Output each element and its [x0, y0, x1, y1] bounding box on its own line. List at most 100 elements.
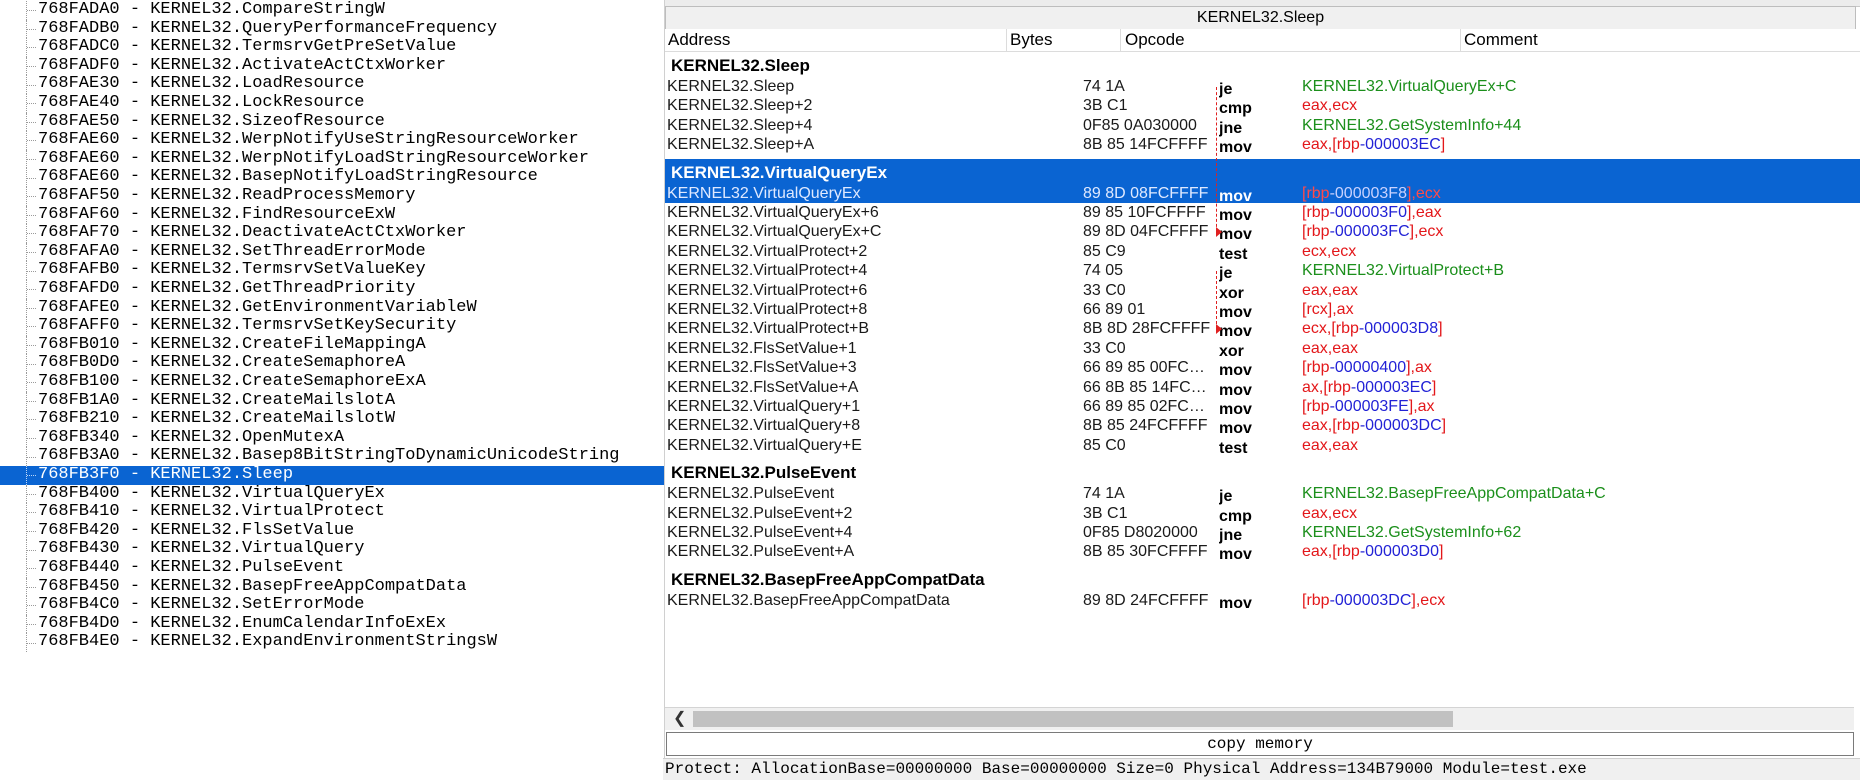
- tree-item[interactable]: 768FADA0 - KERNEL32.CompareStringW: [0, 0, 664, 20]
- instruction-row[interactable]: KERNEL32.VirtualQueryEx 89 8D 08FCFFFF mov…: [665, 183, 1860, 205]
- instruction-row[interactable]: KERNEL32.PulseEvent+2 3B C1 cmp eax,ecx: [665, 504, 1860, 525]
- tree-item[interactable]: 768FADF0 - KERNEL32.ActivateActCtxWorker: [0, 56, 664, 76]
- copy-memory-button[interactable]: copy memory: [666, 732, 1854, 756]
- tree-item[interactable]: 768FAFE0 - KERNEL32.GetEnvironmentVariab…: [0, 298, 664, 318]
- tree-item[interactable]: 768FAF50 - KERNEL32.ReadProcessMemory: [0, 186, 664, 206]
- tree-item[interactable]: 768FAE40 - KERNEL32.LockResource: [0, 93, 664, 113]
- tree-item[interactable]: 768FAFB0 - KERNEL32.TermsrvSetValueKey: [0, 261, 664, 280]
- tree-branch-line: [27, 624, 36, 626]
- jump-indicator-line: [1216, 271, 1217, 330]
- instruction-row[interactable]: KERNEL32.Sleep+2 3B C1 cmp eax,ecx: [665, 96, 1860, 117]
- operand-part: KERNEL32.VirtualQueryEx+C: [1302, 78, 1517, 95]
- tree-item-label: 768FAFF0 - KERNEL32.TermsrvSetKeySecurit…: [38, 316, 457, 336]
- instruction-row[interactable]: KERNEL32.VirtualProtect+6 33 C0 xor eax,eax: [665, 281, 1860, 302]
- tree-item[interactable]: 768FAE30 - KERNEL32.LoadResource: [0, 75, 664, 94]
- column-header-address[interactable]: Address: [665, 29, 1007, 51]
- tree-item[interactable]: 768FB1A0 - KERNEL32.CreateMailslotA: [0, 391, 664, 411]
- instruction-row[interactable]: KERNEL32.FlsSetValue+3 66 89 85 00FC… mov[…: [665, 358, 1860, 379]
- tree-branch-line: [27, 307, 36, 309]
- tree-item[interactable]: 768FB420 - KERNEL32.FlsSetValue: [0, 521, 664, 541]
- tree-item[interactable]: 768FB100 - KERNEL32.CreateSemaphoreExA: [0, 372, 664, 392]
- tree-item[interactable]: 768FAFF0 - KERNEL32.TermsrvSetKeySecurit…: [0, 317, 664, 336]
- column-header-opcode[interactable]: Opcode: [1122, 29, 1461, 51]
- tree-item[interactable]: 768FB4C0 - KERNEL32.SetErrorMode: [0, 596, 664, 615]
- tree-item[interactable]: 768FB210 - KERNEL32.CreateMailslotW: [0, 410, 664, 429]
- instruction-row[interactable]: KERNEL32.VirtualQuery+8 8B 85 24FCFFFF mov…: [665, 416, 1860, 437]
- tree-item[interactable]: 768FB010 - KERNEL32.CreateFileMappingA: [0, 335, 664, 355]
- instruction-row[interactable]: KERNEL32.Sleep 74 1A je KERNEL32.VirtualQue…: [665, 77, 1860, 98]
- tree-item[interactable]: 768FADC0 - KERNEL32.TermsrvGetPreSetValu…: [0, 38, 664, 57]
- instruction-row[interactable]: KERNEL32.Sleep+4 0F85 0A030000 jne KERNEL32…: [665, 116, 1860, 137]
- instruction-row[interactable]: KERNEL32.FlsSetValue+A 66 8B 85 14FC… mov a…: [665, 378, 1860, 399]
- tree-item[interactable]: 768FB430 - KERNEL32.VirtualQuery: [0, 540, 664, 559]
- column-header-comment[interactable]: Comment: [1461, 29, 1854, 51]
- function-tree-list[interactable]: 768FADA0 - KERNEL32.CompareStringW 768FAD…: [0, 0, 664, 779]
- instruction-row[interactable]: KERNEL32.VirtualQuery+E 85 C0 test eax,eax: [665, 436, 1860, 457]
- tree-item[interactable]: 768FB0D0 - KERNEL32.CreateSemaphoreA: [0, 354, 664, 373]
- instruction-address: KERNEL32.Sleep: [667, 78, 795, 95]
- instruction-bytes: 33 C0: [1083, 339, 1126, 357]
- instruction-bytes: 66 89 85 02FC…: [1083, 398, 1205, 415]
- instruction-bytes: 85 C9: [1083, 242, 1126, 260]
- tree-item[interactable]: 768FADB0 - KERNEL32.QueryPerformanceFreq…: [0, 19, 664, 39]
- horizontal-scrollbar[interactable]: ❮: [665, 707, 1854, 730]
- operand-part: ecx,[: [1302, 320, 1336, 338]
- instruction-row[interactable]: KERNEL32.BasepFreeAppCompatData 89 8D 24F…: [665, 591, 1860, 612]
- instruction-row[interactable]: KERNEL32.PulseEvent+4 0F85 D8020000 jne KER…: [665, 523, 1860, 544]
- tree-branch-line: [27, 382, 36, 384]
- tree-item[interactable]: 768FB4E0 - KERNEL32.ExpandEnvironmentStr…: [0, 633, 664, 652]
- function-group-header[interactable]: KERNEL32.VirtualQueryEx: [665, 158, 1860, 187]
- instruction-bytes: 89 8D 24FCFFFF: [1083, 591, 1209, 609]
- tree-item[interactable]: 768FB3A0 - KERNEL32.Basep8BitStringToDyn…: [0, 447, 664, 466]
- instruction-row[interactable]: KERNEL32.PulseEvent+A 8B 85 30FCFFFF mov ea…: [665, 542, 1860, 563]
- scrollbar-thumb[interactable]: [693, 711, 1453, 727]
- instruction-row[interactable]: KERNEL32.VirtualQueryEx+C 89 8D 04FCFFFF m…: [665, 222, 1860, 243]
- tree-item-label: 768FB400 - KERNEL32.VirtualQueryEx: [38, 483, 385, 503]
- tree-item[interactable]: 768FAFD0 - KERNEL32.GetThreadPriority: [0, 279, 664, 299]
- operand-part: KERNEL32.BasepFreeAppCompatData+C: [1302, 485, 1606, 503]
- column-header-bytes[interactable]: Bytes: [1007, 29, 1121, 51]
- instruction-operand: [rbp-000003FC],ecx: [1302, 222, 1622, 241]
- tree-item[interactable]: 768FAF70 - KERNEL32.DeactivateActCtxWork…: [0, 224, 664, 243]
- tree-item[interactable]: 768FB400 - KERNEL32.VirtualQueryEx: [0, 483, 664, 504]
- instruction-operand: eax,[rbp-000003DC]: [1302, 416, 1622, 435]
- operand-part: ]: [1431, 378, 1437, 396]
- instruction-row[interactable]: KERNEL32.VirtualProtect+B 8B 8D 28FCFFFF m…: [665, 319, 1860, 340]
- tree-item[interactable]: 768FAE60 - KERNEL32.BasepNotifyLoadStrin…: [0, 168, 664, 187]
- instruction-row[interactable]: KERNEL32.PulseEvent 74 1A je KERNEL32.Basep…: [665, 484, 1860, 505]
- instruction-bytes: 8B 85 14FCFFFF: [1083, 136, 1208, 154]
- instruction-operand: eax,eax: [1302, 281, 1622, 300]
- tree-item[interactable]: 768FAE60 - KERNEL32.WerpNotifyUseStringR…: [0, 131, 664, 150]
- instruction-row[interactable]: KERNEL32.FlsSetValue+1 33 C0 xor eax,eax: [665, 339, 1860, 360]
- instruction-row[interactable]: KERNEL32.VirtualProtect+8 66 89 01 mov [rcx…: [665, 300, 1860, 321]
- disassembly-list[interactable]: KERNEL32.Sleep KERNEL32.Sleep 74 1A je KERNE…: [665, 52, 1860, 707]
- jump-arrow-icon: [1216, 324, 1222, 335]
- operand-part: rbp: [1327, 378, 1351, 396]
- instruction-address: KERNEL32.VirtualProtect+B: [667, 320, 870, 338]
- function-group-header[interactable]: KERNEL32.Sleep: [665, 52, 1860, 80]
- tree-branch-line: [27, 214, 36, 216]
- tree-item[interactable]: 768FB4D0 - KERNEL32.EnumCalendarInfoExEx: [0, 614, 664, 634]
- instruction-opcode: mov: [1219, 139, 1252, 157]
- tree-item[interactable]: 768FB340 - KERNEL32.OpenMutexA: [0, 428, 664, 448]
- instruction-address: KERNEL32.FlsSetValue+A: [667, 378, 859, 396]
- scroll-left-arrow-icon[interactable]: ❮: [673, 708, 686, 730]
- instruction-row[interactable]: KERNEL32.VirtualQuery+1 66 89 85 02FC… mov…: [665, 397, 1860, 418]
- tree-item[interactable]: 768FAE60 - KERNEL32.WerpNotifyLoadString…: [0, 149, 664, 169]
- operand-part: ecx,ecx: [1302, 242, 1357, 260]
- operand-part: -00000400: [1329, 359, 1407, 377]
- function-group-header[interactable]: KERNEL32.BasepFreeAppCompatData: [665, 566, 1860, 594]
- instruction-row[interactable]: KERNEL32.VirtualProtect+2 85 C9 test ecx,ec…: [665, 242, 1860, 263]
- tree-item[interactable]: 768FAF60 - KERNEL32.FindResourceExW: [0, 205, 664, 225]
- tree-item[interactable]: 768FB3F0 - KERNEL32.Sleep: [0, 465, 664, 485]
- tree-item[interactable]: 768FB450 - KERNEL32.BasepFreeAppCompatDa…: [0, 577, 664, 597]
- tree-item[interactable]: 768FAFA0 - KERNEL32.SetThreadErrorMode: [0, 242, 664, 262]
- tree-item[interactable]: 768FB440 - KERNEL32.PulseEvent: [0, 558, 664, 578]
- instruction-row[interactable]: KERNEL32.VirtualProtect+4 74 05 je KERNEL32…: [665, 261, 1860, 282]
- instruction-row[interactable]: KERNEL32.VirtualQueryEx+6 89 85 10FCFFFF m…: [665, 203, 1860, 224]
- tree-item[interactable]: 768FAE50 - KERNEL32.SizeofResource: [0, 112, 664, 132]
- instruction-row[interactable]: KERNEL32.Sleep+A 8B 85 14FCFFFF mov eax,[rb…: [665, 135, 1860, 157]
- instruction-bytes: 89 8D 04FCFFFF: [1083, 223, 1209, 241]
- function-group-header[interactable]: KERNEL32.PulseEvent: [665, 459, 1860, 487]
- tree-item[interactable]: 768FB410 - KERNEL32.VirtualProtect: [0, 503, 664, 522]
